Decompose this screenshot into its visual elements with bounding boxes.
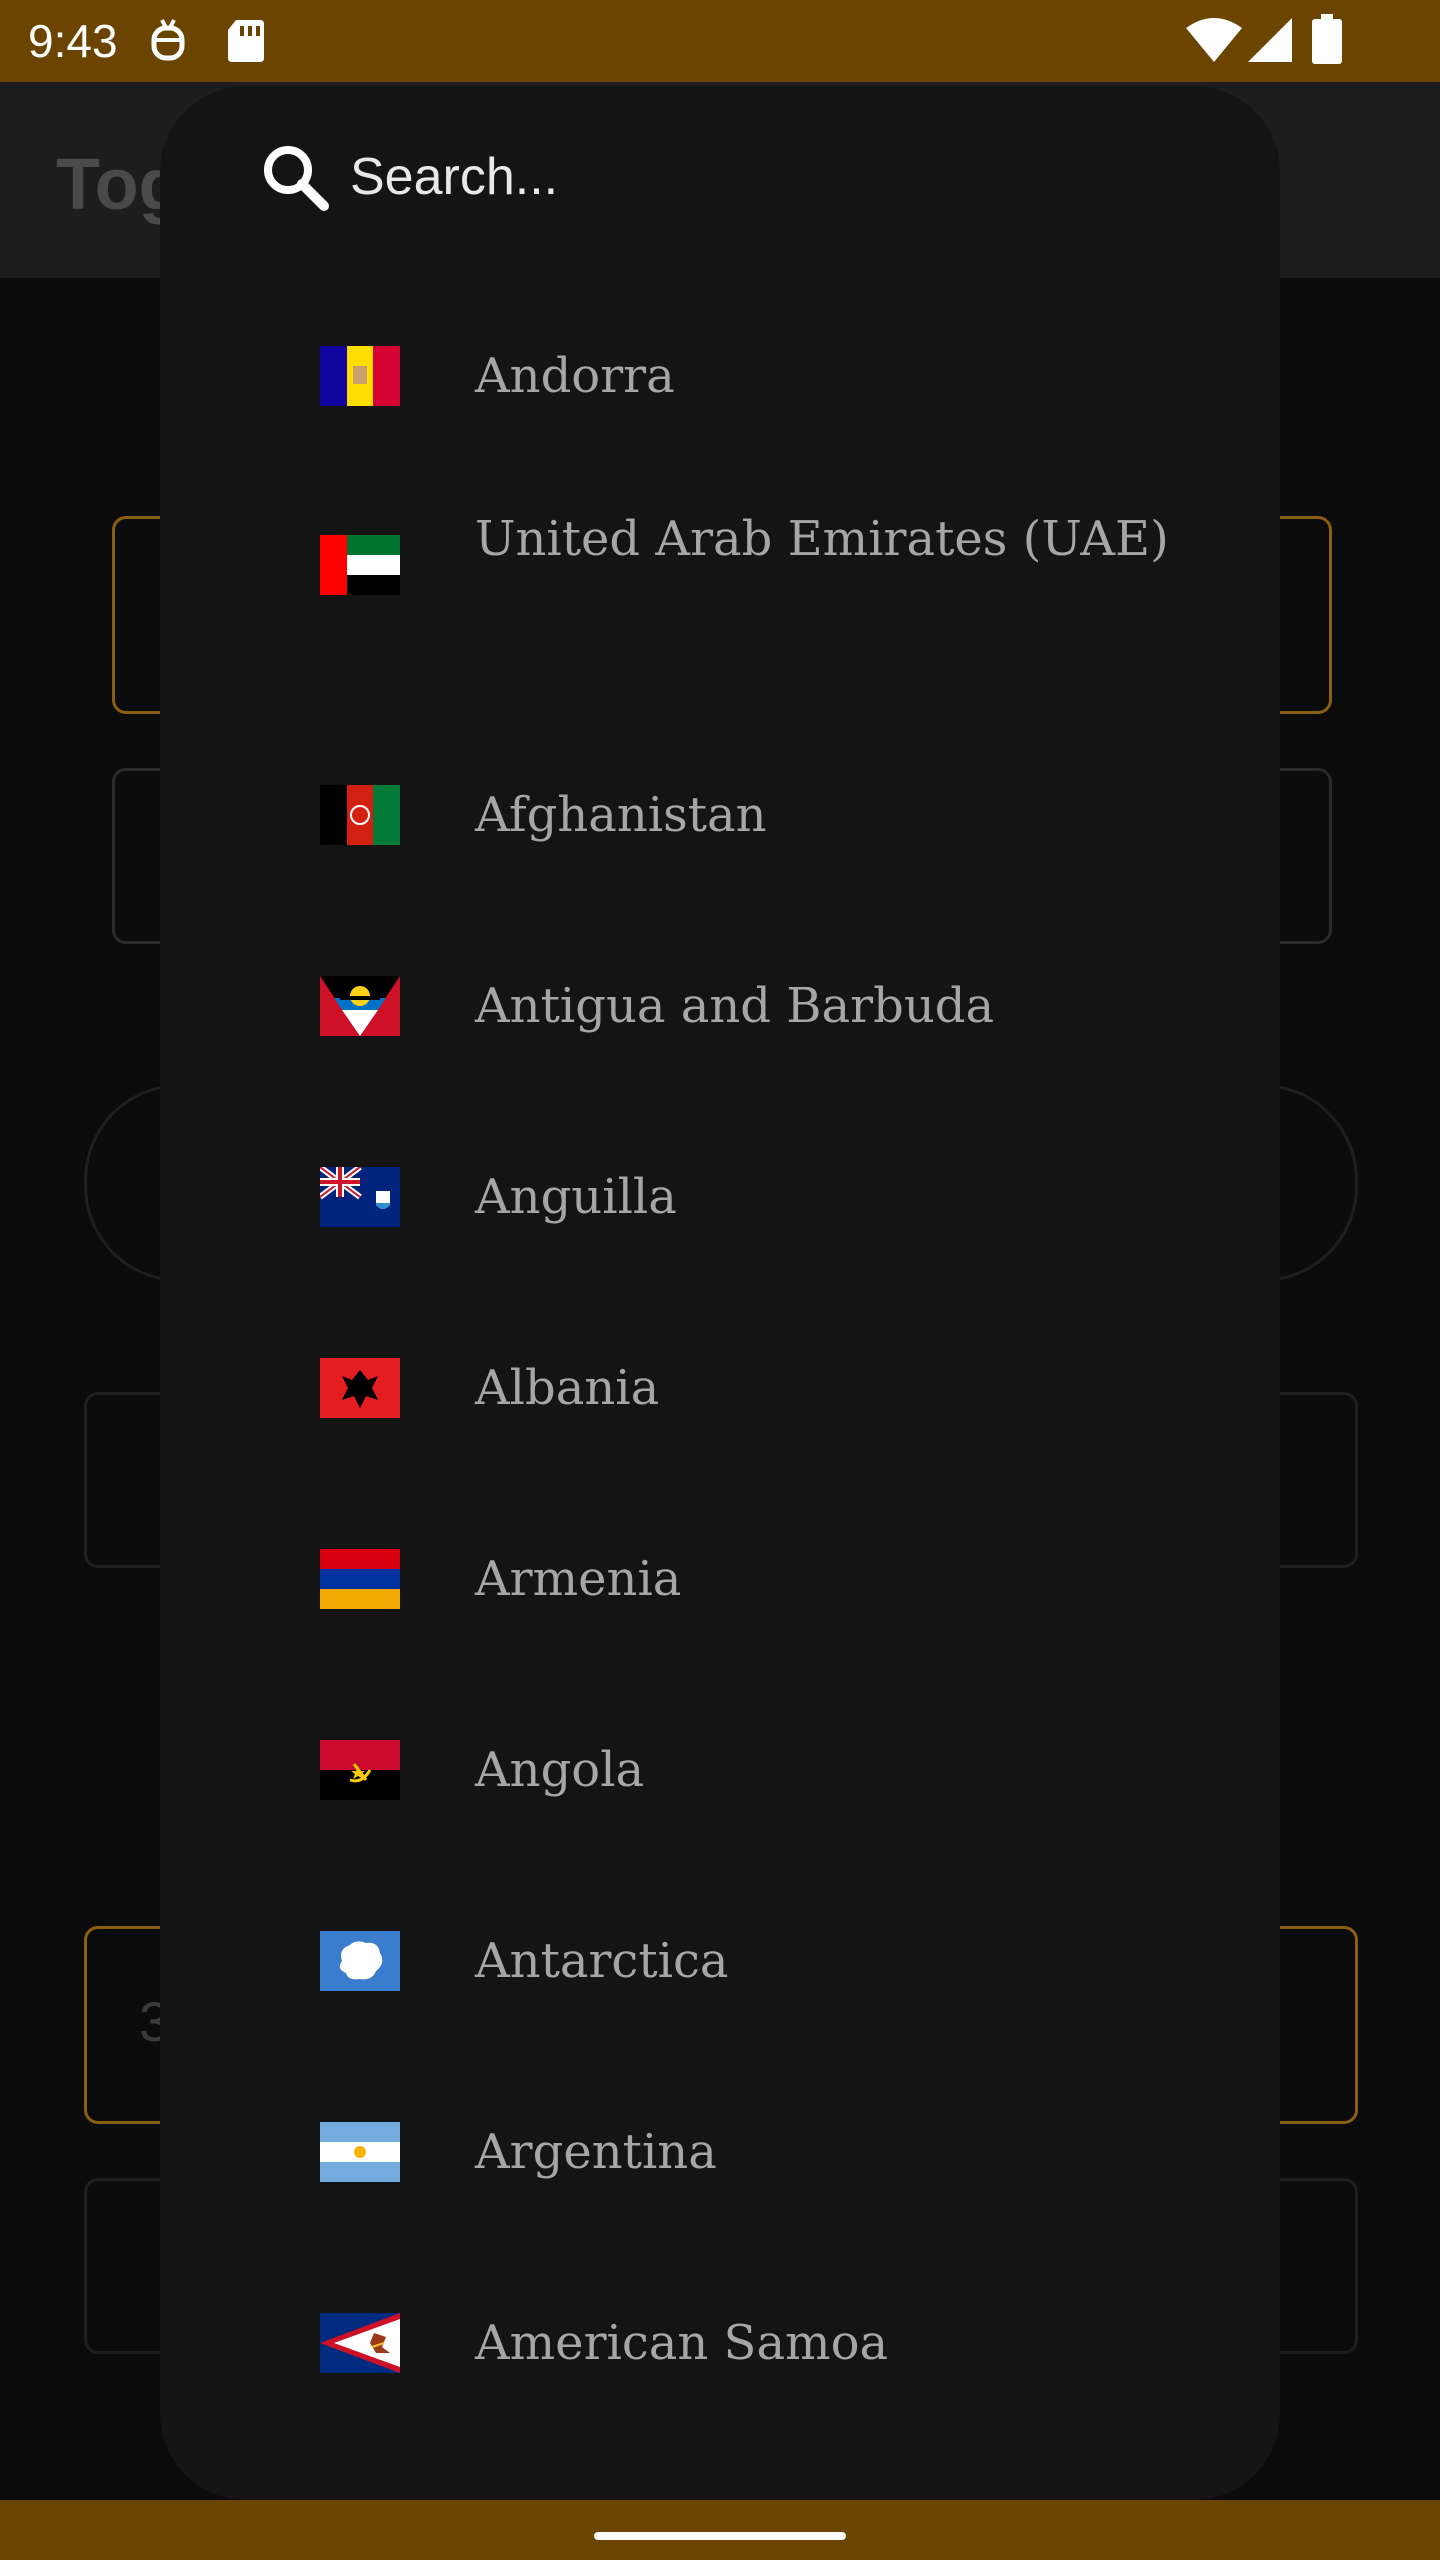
debug-icon [148, 16, 188, 69]
country-item-anguilla[interactable]: Anguilla [160, 1102, 1280, 1292]
country-name: Armenia [475, 1551, 682, 1607]
country-item-argentina[interactable]: Argentina [160, 2057, 1280, 2247]
signal-icon [1248, 18, 1292, 67]
country-name: Antigua and Barbuda [475, 978, 995, 1034]
clock: 9:43 [28, 15, 118, 67]
andorra-flag-icon [320, 346, 400, 406]
search-bar [260, 126, 1220, 228]
country-name: Argentina [475, 2124, 717, 2180]
search-input[interactable] [348, 126, 1202, 228]
home-gesture-handle[interactable] [594, 2532, 846, 2540]
country-item-afghanistan[interactable]: Afghanistan [160, 720, 1280, 910]
country-item-armenia[interactable]: Armenia [160, 1484, 1280, 1674]
antarctica-flag-icon [320, 1931, 400, 1991]
country-name: Afghanistan [475, 787, 767, 843]
albania-flag-icon [320, 1358, 400, 1418]
country-item-antigua[interactable]: Antigua and Barbuda [160, 911, 1280, 1101]
country-name: Anguilla [475, 1169, 677, 1225]
wifi-icon [1186, 18, 1242, 67]
country-name: Angola [475, 1742, 645, 1798]
armenia-flag-icon [320, 1549, 400, 1609]
search-icon [260, 126, 332, 231]
uae-flag-icon [320, 535, 400, 595]
country-item-albania[interactable]: Albania [160, 1293, 1280, 1483]
battery-icon [1312, 14, 1342, 69]
country-item-uae[interactable]: United Arab Emirates (UAE) [160, 471, 1280, 661]
argentina-flag-icon [320, 2122, 400, 2182]
country-name: United Arab Emirates (UAE) [475, 511, 1169, 567]
country-name: Antarctica [475, 1933, 729, 1989]
country-item-angola[interactable]: Angola [160, 1675, 1280, 1865]
country-item-american-samoa[interactable]: American Samoa [160, 2248, 1280, 2438]
country-name: Andorra [475, 348, 675, 404]
anguilla-flag-icon [320, 1167, 400, 1227]
sd-card-icon [226, 16, 266, 69]
country-item-antarctica[interactable]: Antarctica [160, 1866, 1280, 2056]
afghanistan-flag-icon [320, 785, 400, 845]
status-bar: 9:43 [0, 0, 1440, 82]
american-samoa-flag-icon [320, 2313, 400, 2373]
country-name: American Samoa [475, 2315, 889, 2371]
angola-flag-icon [320, 1740, 400, 1800]
country-name: Albania [475, 1360, 660, 1416]
country-item-andorra[interactable]: Andorra [160, 281, 1280, 471]
antigua-flag-icon [320, 976, 400, 1036]
navigation-bar [0, 2500, 1440, 2560]
country-picker-dialog: Andorra United Arab Emirates (UAE) Afgha… [160, 86, 1280, 2500]
